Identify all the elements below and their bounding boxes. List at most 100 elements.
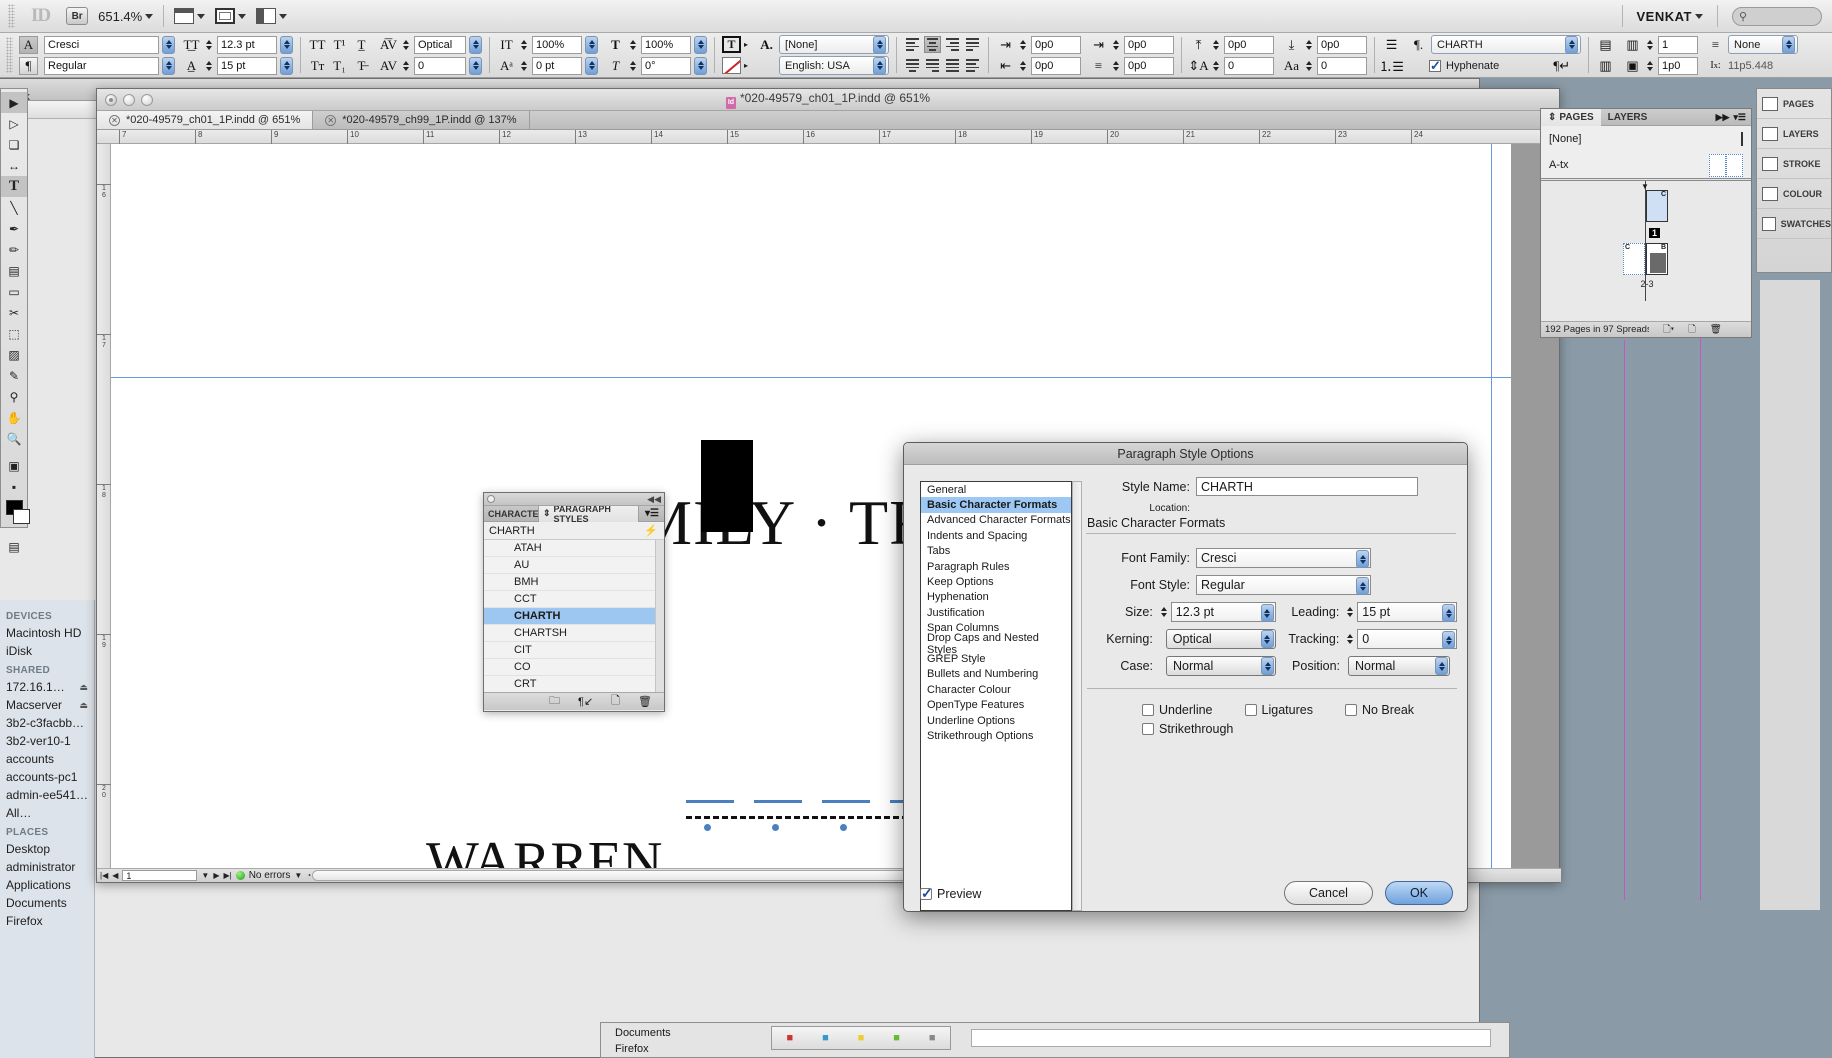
tool-hand[interactable]: ✋: [1, 407, 27, 428]
style-name-row[interactable]: Style Name: CHARTH: [1086, 477, 1457, 496]
kerning-stepper[interactable]: [469, 35, 482, 54]
finder-sidebar[interactable]: DEVICES Macintosh HD iDisk SHARED 172.16…: [0, 600, 95, 1058]
tracking-mini-stepper[interactable]: [1345, 634, 1355, 644]
skew-field[interactable]: 0°: [641, 56, 691, 75]
finder-item-172[interactable]: 172.16.1… ⏏: [0, 678, 94, 696]
space-after-field[interactable]: 0p0: [1317, 35, 1368, 54]
columns-mini-stepper[interactable]: [1645, 39, 1655, 50]
skew-mini-stepper[interactable]: [628, 60, 638, 71]
preflight-dropdown-icon[interactable]: ▼: [294, 871, 302, 880]
eject-icon[interactable]: ⏏: [79, 700, 88, 711]
font-family-field[interactable]: Cresci: [44, 35, 159, 54]
arrange-documents-button[interactable]: [256, 8, 288, 24]
nav-item-justification[interactable]: Justification: [921, 605, 1071, 620]
master-none-thumb[interactable]: [1741, 132, 1743, 146]
tracking-stepper[interactable]: [469, 56, 482, 75]
align-toward-spine-button[interactable]: [964, 57, 981, 74]
character-style-stepper[interactable]: [873, 35, 887, 54]
case-select[interactable]: Normal: [1166, 656, 1276, 676]
font-style-field[interactable]: Regular: [44, 56, 159, 75]
leading-mini-stepper[interactable]: [1345, 607, 1355, 617]
size-stepper[interactable]: [1260, 604, 1274, 622]
font-size-mini-stepper[interactable]: [204, 39, 214, 50]
page-thumb-2[interactable]: C: [1623, 243, 1645, 275]
dock-item-swatches[interactable]: SWATCHES: [1757, 209, 1831, 239]
tool-rectangle-frame[interactable]: ▤: [1, 260, 27, 281]
left-indent-mini-stepper[interactable]: [1018, 39, 1028, 50]
new-master-icon[interactable]: 🗋▾: [1663, 322, 1674, 338]
stroke-arrow-icon[interactable]: ▸: [744, 61, 748, 70]
nav-item-indents-and-spacing[interactable]: Indents and Spacing: [921, 528, 1071, 543]
tool-type[interactable]: T: [1, 176, 27, 197]
paragraph-styles-list[interactable]: ATAH AU BMH CCT CHARTH CHARTSH CIT CO CR…: [484, 540, 664, 692]
finder-item-macserver[interactable]: Macserver ⏏: [0, 696, 94, 714]
character-style-combo[interactable]: [None]: [779, 35, 890, 54]
toolbox[interactable]: ▶ ▷ ❏ ↔ T ╲ ✒ ✏ ▤ ▭ ✂ ⬚ ▨ ✎ ⚲ ✋ 🔍 ▣ ▪ ▤: [0, 88, 30, 554]
font-style-select[interactable]: Regular: [1196, 575, 1371, 595]
grid-stepper[interactable]: [1782, 35, 1796, 54]
pages-thumbnails[interactable]: ▼ C 1 C B 2-3: [1541, 181, 1751, 321]
align-right-button[interactable]: [944, 36, 961, 53]
master-page-none[interactable]: [None]: [1541, 126, 1751, 152]
kerning-mini-stepper[interactable]: [401, 39, 411, 50]
finder-item-admin-ee541[interactable]: admin-ee541…: [0, 786, 94, 804]
tool-free-transform[interactable]: ⬚: [1, 323, 27, 344]
finder-bottom-firefox[interactable]: Firefox: [615, 1043, 649, 1055]
preview-checkbox[interactable]: [920, 885, 933, 902]
hscale-stepper[interactable]: [694, 35, 707, 54]
dock-item-layers[interactable]: LAYERS: [1757, 119, 1831, 149]
strikethrough-icon[interactable]: T̶: [352, 57, 371, 75]
chevron-down-icon[interactable]: [145, 13, 154, 19]
tool-formatting-affects[interactable]: ▪: [1, 476, 27, 497]
panel-menu-icon[interactable]: ▾☰: [640, 508, 664, 519]
yellow-icon[interactable]: ■: [858, 1032, 865, 1044]
screen-mode-button[interactable]: [215, 8, 247, 24]
nav-item-bullets-and-numbering[interactable]: Bullets and Numbering: [921, 667, 1071, 682]
language-stepper[interactable]: [873, 56, 887, 75]
subscript-icon[interactable]: T₁: [330, 57, 349, 75]
page-thumb-1[interactable]: C: [1646, 190, 1668, 222]
document-access-icon[interactable]: ◔: [306, 871, 311, 880]
eject-icon[interactable]: ⏏: [79, 682, 88, 693]
list-item[interactable]: CCT: [484, 591, 664, 608]
nav-item-underline-options[interactable]: Underline Options: [921, 713, 1071, 728]
style-name-input[interactable]: CHARTH: [1196, 477, 1418, 496]
right-indent-field[interactable]: 0p0: [1124, 35, 1175, 54]
dock-item-colour[interactable]: COLOUR: [1757, 179, 1831, 209]
align-left-button[interactable]: [904, 36, 921, 53]
new-group-icon[interactable]: 🗀: [549, 692, 560, 711]
tool-eyedropper[interactable]: ⚲: [1, 386, 27, 407]
chevron-down-icon[interactable]: [197, 13, 206, 19]
finder-bottom-strip[interactable]: Documents Firefox ■ ■ ■ ■ ■: [600, 1022, 1510, 1058]
font-size-field[interactable]: 12.3 pt: [217, 35, 277, 54]
small-caps-icon[interactable]: Tᴛ: [308, 57, 327, 75]
kerning-stepper[interactable]: [1260, 630, 1274, 648]
drop-cap-lines-mini-stepper[interactable]: [1211, 60, 1221, 71]
new-style-icon[interactable]: 🗋: [611, 692, 620, 711]
vertical-scale-field[interactable]: 100%: [532, 35, 582, 54]
paragraph-styles-tabs[interactable]: CHARACTE ⇕ PARAGRAPH STYLES ▾☰: [484, 505, 664, 522]
vscale-stepper[interactable]: [585, 35, 598, 54]
gutter-field[interactable]: 1p0: [1658, 56, 1699, 75]
gutter-mini-stepper[interactable]: [1645, 60, 1655, 71]
first-line-indent-mini-stepper[interactable]: [1018, 60, 1028, 71]
control-panel[interactable]: A ¶ Cresci Regular T͟T 12.3 pt A̲ 15 pt …: [0, 33, 1832, 78]
panel-dock[interactable]: PAGES LAYERS STROKE COLOUR SWATCHES: [1756, 88, 1832, 273]
case-stepper[interactable]: [1261, 657, 1274, 675]
expand-icon[interactable]: ▶▶: [1716, 112, 1734, 123]
no-break-checkbox[interactable]: [1344, 704, 1357, 716]
pages-panel[interactable]: ⇕ PAGES LAYERS ▶▶ ▾☰ [None] A-tx ▼ C 1 C…: [1540, 108, 1752, 338]
nav-item-drop-caps-and-nested-styles[interactable]: Drop Caps and Nested Styles: [921, 632, 1071, 656]
space-before-field[interactable]: 0p0: [1224, 35, 1275, 54]
language-combo[interactable]: English: USA: [779, 56, 890, 75]
paragraph-styles-panel[interactable]: ◀◀ CHARACTE ⇕ PARAGRAPH STYLES ▾☰ CHARTH…: [483, 492, 665, 712]
list-item[interactable]: CHARTSH: [484, 625, 664, 642]
columns-field[interactable]: 1: [1658, 35, 1699, 54]
page-number-field[interactable]: 1: [122, 870, 198, 881]
last-page-icon[interactable]: ▶|: [223, 871, 231, 880]
tool-rectangle[interactable]: ▭: [1, 281, 27, 302]
grey-icon[interactable]: ■: [929, 1032, 936, 1044]
clear-overrides-icon[interactable]: ⚡: [644, 524, 658, 537]
view-options-button[interactable]: [174, 8, 206, 24]
paragraph-style-options-dialog[interactable]: Paragraph Style Options General Basic Ch…: [903, 442, 1468, 912]
